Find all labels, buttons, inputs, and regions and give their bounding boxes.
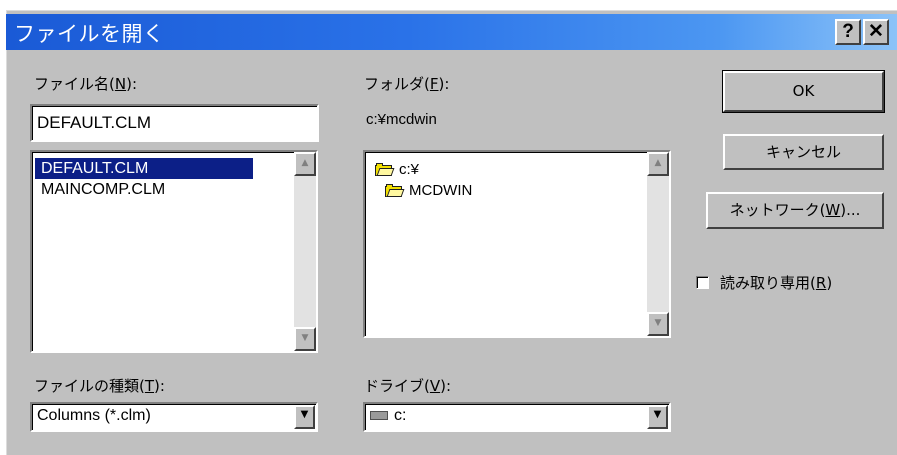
current-folder-path: c:¥mcdwin <box>366 111 437 128</box>
folder-tree-scrollbar[interactable]: ▲ ▼ <box>647 152 669 336</box>
drive-label: ドライブ(V): <box>364 377 452 395</box>
chevron-down-icon[interactable]: ▼ <box>647 405 668 429</box>
drive-select[interactable]: c: ▼ <box>363 402 671 432</box>
close-icon: ✕ <box>868 21 884 42</box>
drive-select-value: c: <box>370 407 406 425</box>
file-list[interactable]: DEFAULT.CLM MAINCOMP.CLM ▲ ▼ <box>30 150 318 353</box>
folder-label: フォルダ(F): <box>364 75 450 93</box>
readonly-checkbox[interactable] <box>696 276 709 289</box>
scroll-up-arrow-icon[interactable]: ▲ <box>294 152 316 176</box>
open-folder-icon <box>385 184 405 197</box>
drive-icon <box>370 411 388 421</box>
file-list-item-default[interactable]: DEFAULT.CLM <box>35 158 253 179</box>
scroll-up-arrow-icon[interactable]: ▲ <box>647 152 669 176</box>
folder-tree[interactable]: c:¥ MCDWIN ▲ ▼ <box>363 150 671 338</box>
open-file-dialog: ファイルを開く ? ✕ ファイル名(N): DEFAULT.CLM DEFAUL… <box>0 0 897 455</box>
ok-button[interactable]: OK <box>722 70 885 113</box>
filetype-select-value: Columns (*.clm) <box>37 407 151 424</box>
open-folder-icon <box>375 163 395 176</box>
folder-tree-item-mcdwin[interactable]: MCDWIN <box>385 182 472 199</box>
filename-label: ファイル名(N): <box>34 75 138 93</box>
filename-input-value: DEFAULT.CLM <box>37 113 151 132</box>
folder-tree-item-label: c:¥ <box>399 161 420 178</box>
scroll-down-arrow-icon[interactable]: ▼ <box>294 327 316 351</box>
dialog-title: ファイルを開く <box>14 22 165 46</box>
folder-tree-item-label: MCDWIN <box>409 182 473 199</box>
help-button[interactable]: ? <box>835 19 861 45</box>
folder-tree-item-root[interactable]: c:¥ <box>375 161 419 178</box>
filename-input[interactable]: DEFAULT.CLM <box>30 104 319 142</box>
cancel-button[interactable]: キャンセル <box>723 134 884 170</box>
network-button[interactable]: ネットワーク(W)... <box>706 192 884 229</box>
filetype-select[interactable]: Columns (*.clm) ▼ <box>30 402 318 432</box>
chevron-down-icon[interactable]: ▼ <box>294 405 315 429</box>
filetype-label: ファイルの種類(T): <box>34 377 165 395</box>
readonly-label: 読み取り専用(R) <box>720 274 833 292</box>
title-bar[interactable]: ファイルを開く ? ✕ <box>6 14 897 50</box>
close-button[interactable]: ✕ <box>863 19 889 45</box>
file-list-scrollbar[interactable]: ▲ ▼ <box>294 152 316 351</box>
file-list-item-maincomp[interactable]: MAINCOMP.CLM <box>35 179 253 200</box>
scroll-down-arrow-icon[interactable]: ▼ <box>647 312 669 336</box>
